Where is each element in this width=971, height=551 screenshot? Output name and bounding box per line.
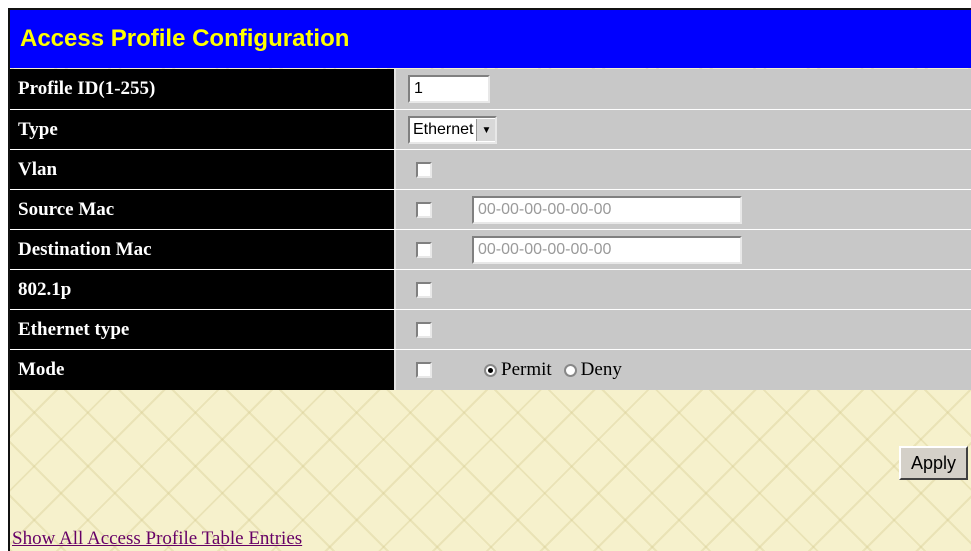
8021p-cell [394,270,971,310]
mode-radio-group: Permit Deny [484,350,622,390]
ethernet-type-checkbox[interactable] [416,322,432,338]
row-destination-mac: Destination Mac 00-00-00-00-00-00 [10,229,971,270]
vlan-label: Vlan [10,150,394,190]
radio-selected-icon[interactable] [484,363,497,377]
deny-label: Deny [580,359,622,380]
destination-mac-checkbox[interactable] [416,242,432,258]
mode-label: Mode [10,350,394,390]
row-source-mac: Source Mac 00-00-00-00-00-00 [10,189,971,230]
type-select-value: Ethernet [413,121,474,138]
apply-button[interactable]: Apply [898,446,968,480]
ethernet-type-label: Ethernet type [10,310,394,350]
profile-id-label: Profile ID(1-255) [10,69,394,109]
radio-unselected-icon[interactable] [563,363,577,377]
row-type: Type Ethernet ▼ [10,109,971,150]
8021p-label: 802.1p [10,270,394,310]
row-profile-id: Profile ID(1-255) 1 [10,69,971,109]
mode-radio-permit[interactable]: Permit [484,359,552,381]
chevron-down-icon[interactable]: ▼ [476,119,496,141]
destination-mac-input[interactable]: 00-00-00-00-00-00 [472,236,742,264]
ethernet-type-cell [394,310,971,350]
source-mac-cell: 00-00-00-00-00-00 [394,190,971,230]
destination-mac-label: Destination Mac [10,230,394,270]
type-select[interactable]: Ethernet ▼ [408,116,498,144]
row-ethernet-type: Ethernet type [10,309,971,350]
config-panel: Access Profile Configuration Profile ID(… [8,8,971,551]
show-all-entries-link[interactable]: Show All Access Profile Table Entries [12,528,302,550]
row-8021p: 802.1p [10,269,971,310]
source-mac-checkbox[interactable] [416,202,432,218]
mode-checkbox[interactable] [416,362,432,378]
8021p-checkbox[interactable] [416,282,432,298]
row-vlan: Vlan [10,149,971,190]
profile-id-input[interactable]: 1 [408,75,490,103]
page-title: Access Profile Configuration [10,10,971,68]
mode-cell: Permit Deny [394,350,971,390]
profile-id-cell: 1 [394,69,971,109]
row-mode: Mode Permit Deny [10,349,971,390]
permit-label: Permit [501,359,552,380]
source-mac-input[interactable]: 00-00-00-00-00-00 [472,196,742,224]
vlan-cell [394,150,971,190]
destination-mac-cell: 00-00-00-00-00-00 [394,230,971,270]
type-cell: Ethernet ▼ [394,110,971,150]
mode-radio-deny[interactable]: Deny [563,359,622,381]
type-label: Type [10,110,394,150]
source-mac-label: Source Mac [10,190,394,230]
vlan-checkbox[interactable] [416,162,432,178]
